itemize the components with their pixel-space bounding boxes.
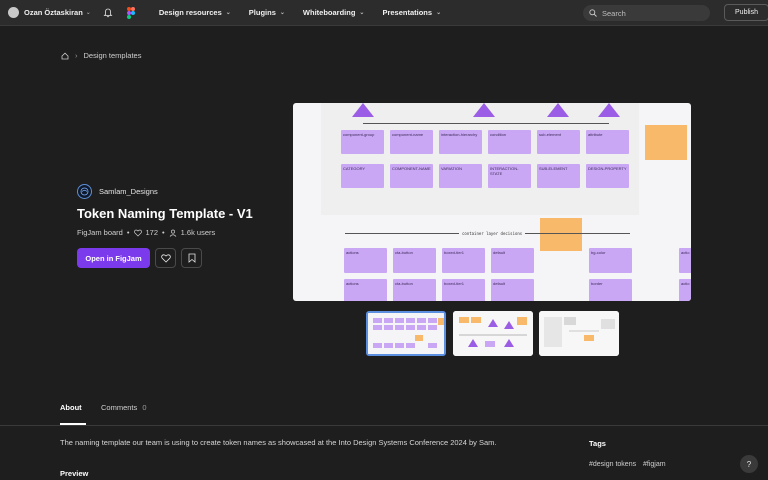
tags-heading: Tags <box>589 439 606 448</box>
home-icon[interactable] <box>61 52 69 60</box>
search-bar[interactable] <box>583 5 710 21</box>
board-card: INTERACTION-STATE <box>488 164 531 188</box>
user-icon <box>169 229 176 237</box>
meta-dot: • <box>126 228 130 237</box>
board-card: cta-button <box>393 248 436 273</box>
board-card: sub-element <box>537 130 580 154</box>
meta-dot: • <box>162 228 165 237</box>
board-card: condition <box>488 130 531 154</box>
board-card: component-name <box>390 130 433 154</box>
thumbnail-preview-image <box>368 313 444 354</box>
search-icon <box>589 9 597 17</box>
search-input[interactable] <box>602 8 702 18</box>
board-card: actions <box>344 248 387 273</box>
breadcrumb-item[interactable]: Design templates <box>84 51 142 60</box>
page-title: Token Naming Template - V1 <box>77 206 253 221</box>
top-nav: Ozan Öztaskiran ⌄ Design resources ⌄ Plug… <box>0 0 768 26</box>
file-meta: FigJam board • 172 • 1.6k users <box>77 228 215 237</box>
description: The naming template our team is using to… <box>60 438 497 447</box>
thumbnail-preview-image <box>453 311 533 356</box>
like-button[interactable] <box>155 248 176 268</box>
tab-about[interactable]: About <box>60 403 82 412</box>
board-card: interaction-hierarchy <box>439 130 482 154</box>
connector-line <box>483 123 609 124</box>
nav-presentations[interactable]: Presentations ⌄ <box>382 8 441 17</box>
triangle-shape <box>547 103 569 117</box>
breadcrumb: › Design templates <box>61 51 141 60</box>
username[interactable]: Ozan Öztaskiran <box>24 8 83 17</box>
divider <box>0 425 768 426</box>
nav-label: Presentations <box>382 8 433 17</box>
nav-whiteboarding[interactable]: Whiteboarding ⌄ <box>303 8 365 17</box>
thumbnail-preview-image <box>539 311 619 356</box>
chevron-down-icon: ⌄ <box>225 10 231 16</box>
open-in-figjam-button[interactable]: Open in FigJam <box>77 248 150 268</box>
board-card: SUB-ELEMENT <box>537 164 580 188</box>
board-card: bg-color <box>589 248 632 273</box>
triangle-shape <box>473 103 495 117</box>
board-card: COMPONENT-NAME <box>390 164 433 188</box>
breadcrumb-separator-icon: › <box>75 51 78 60</box>
board-card: actio <box>679 279 691 301</box>
sticky-note <box>540 218 582 251</box>
chevron-down-icon[interactable]: ⌄ <box>86 9 91 16</box>
board-card: boxed-tier1 <box>442 279 485 301</box>
connector-line <box>363 123 483 124</box>
nav-design-resources[interactable]: Design resources ⌄ <box>159 8 231 17</box>
publish-button[interactable]: Publish <box>724 4 768 21</box>
board-card: default <box>491 248 534 273</box>
creator-name[interactable]: Samlam_Designs <box>99 187 158 196</box>
bookmark-icon <box>188 253 195 263</box>
heart-icon <box>133 229 142 236</box>
user-avatar[interactable] <box>8 7 19 18</box>
nav-plugins[interactable]: Plugins ⌄ <box>249 8 285 17</box>
tab-comments[interactable]: Comments 0 <box>101 403 147 412</box>
creator-logo-icon <box>80 187 89 196</box>
nav-label: Whiteboarding <box>302 8 356 17</box>
heart-icon <box>160 253 171 263</box>
board-card: component-group <box>341 130 384 154</box>
nav-label: Design resources <box>158 8 222 17</box>
board-card: cta-button <box>393 279 436 301</box>
board-card: boxed-tier1 <box>442 248 485 273</box>
separator-label: container layer decisions <box>459 231 526 236</box>
creator[interactable]: Samlam_Designs <box>77 184 158 199</box>
board-card: default <box>491 279 534 301</box>
likes-count: 172 <box>145 228 159 237</box>
thumbnail-2[interactable] <box>453 311 533 356</box>
tab-comments-label: Comments <box>101 403 138 412</box>
board-card: DESIGN-PROPERTY <box>586 164 629 188</box>
board-card: actions <box>344 279 387 301</box>
chevron-down-icon: ⌄ <box>359 10 365 16</box>
help-button[interactable]: ? <box>740 455 758 473</box>
board-card: attribute <box>586 130 629 154</box>
board-card: VARIATION <box>439 164 482 188</box>
preview-heading: Preview <box>60 469 89 478</box>
nav-label: Plugins <box>248 8 276 17</box>
chevron-down-icon: ⌄ <box>279 10 285 16</box>
board-card: CATEGORY <box>341 164 384 188</box>
sticky-note <box>645 125 687 160</box>
file-type: FigJam board <box>77 228 123 237</box>
tag-figjam[interactable]: #figjam <box>643 461 666 468</box>
board-preview[interactable]: component-group component-name interacti… <box>293 103 691 301</box>
bell-icon[interactable] <box>103 8 113 18</box>
creator-avatar[interactable] <box>77 184 92 199</box>
figma-logo-icon[interactable] <box>126 6 135 19</box>
comments-count: 0 <box>142 403 147 412</box>
thumbnail-1[interactable] <box>366 311 446 356</box>
board-card: border <box>589 279 632 301</box>
tag-design-tokens[interactable]: #design tokens <box>589 461 636 468</box>
triangle-shape <box>598 103 620 117</box>
nav-menu: Design resources ⌄ Plugins ⌄ Whiteboarding… <box>159 8 459 17</box>
thumbnail-3[interactable] <box>539 311 619 356</box>
bookmark-button[interactable] <box>181 248 202 268</box>
triangle-shape <box>352 103 374 117</box>
board-frame <box>321 103 639 215</box>
chevron-down-icon: ⌄ <box>436 10 442 16</box>
users-count: 1.6k users <box>180 228 216 237</box>
board-card: actio <box>679 248 691 273</box>
